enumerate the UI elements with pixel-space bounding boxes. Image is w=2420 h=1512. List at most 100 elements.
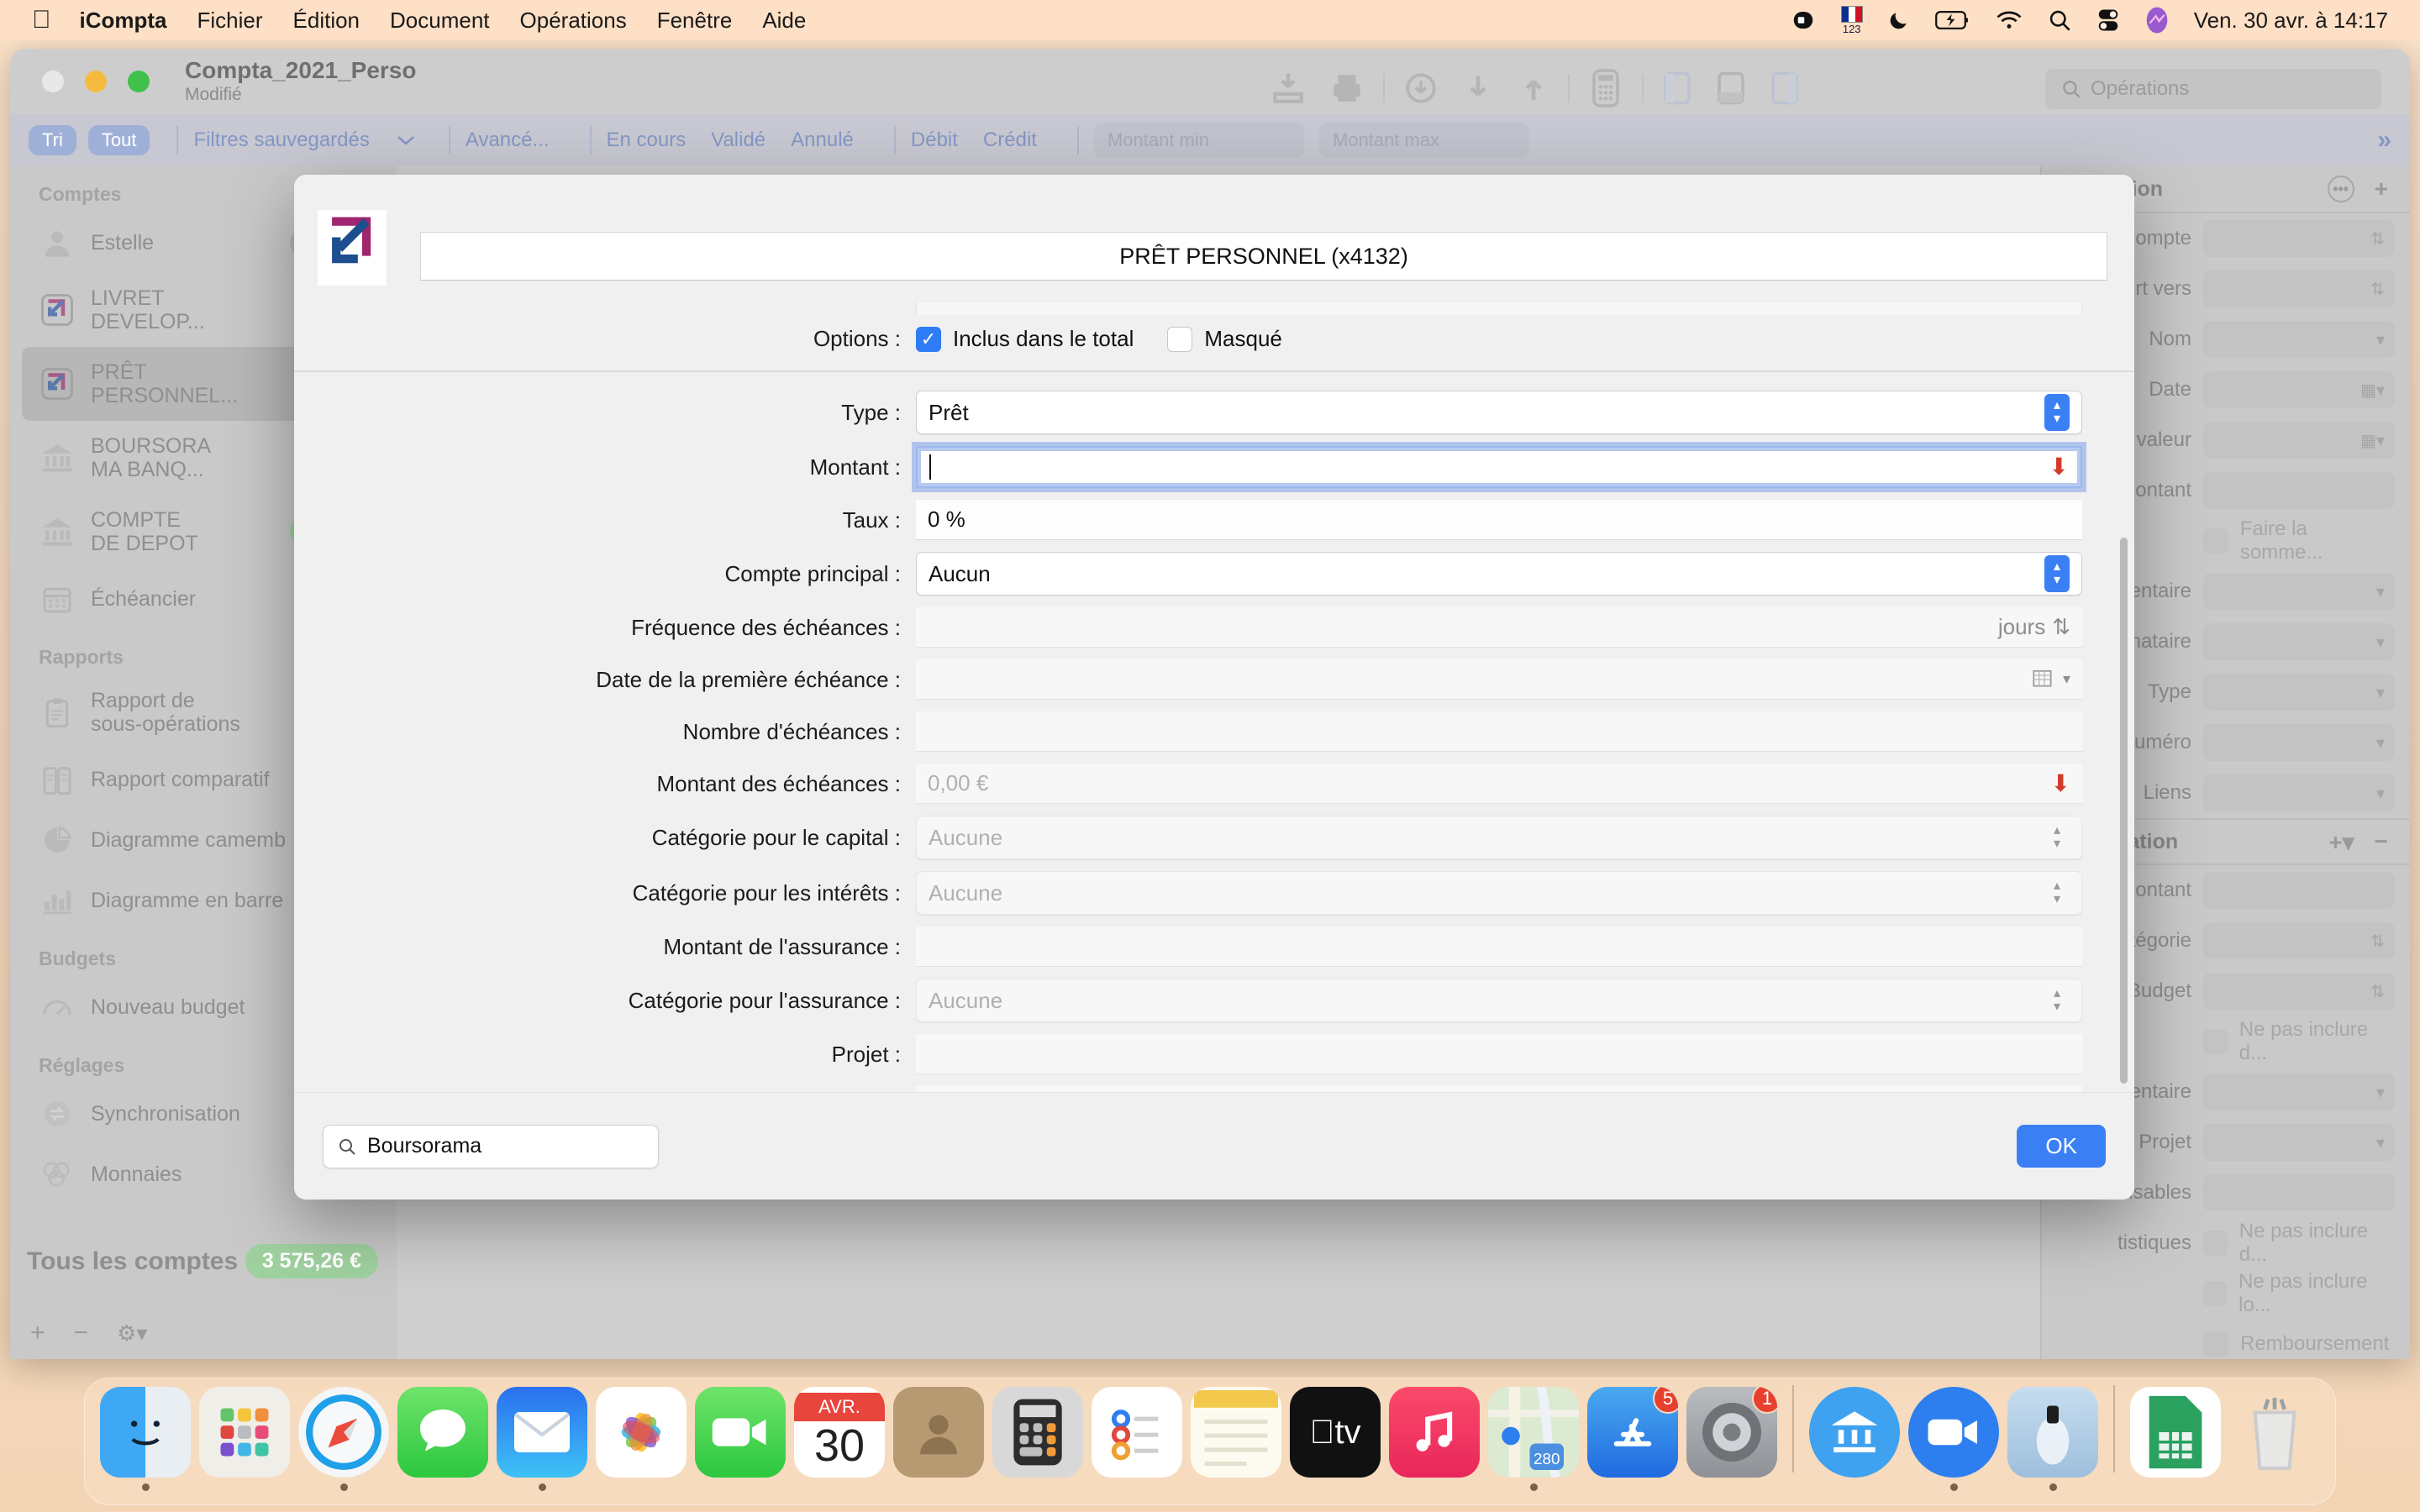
- zoom-icon[interactable]: [1791, 8, 1816, 33]
- inspector-checkbox-row[interactable]: Ne pas inclure lo...: [2203, 1270, 2395, 1317]
- field-control[interactable]: Aucune ▴ ▾: [916, 816, 2082, 859]
- filter-pill-tri[interactable]: Tri: [29, 125, 76, 155]
- checkbox-checked-icon[interactable]: ✓: [916, 326, 941, 352]
- chevron-down-icon[interactable]: ▾: [2063, 670, 2070, 688]
- siri-icon[interactable]: [2145, 7, 2169, 34]
- dock-item-bank[interactable]: [1807, 1387, 1902, 1491]
- appstore-icon[interactable]: 5: [1587, 1387, 1678, 1478]
- dock-item-notes[interactable]: [1189, 1387, 1283, 1491]
- field-control[interactable]: Aucun ▴ ▾: [916, 552, 2082, 596]
- filter-pill-tout[interactable]: Tout: [87, 125, 150, 155]
- popup-button[interactable]: Aucune ▴ ▾: [916, 979, 2082, 1022]
- inspector-checkbox-row[interactable]: Faire la somme...: [2203, 517, 2395, 564]
- arrow-down-icon[interactable]: [1462, 71, 1494, 106]
- dock-item-system-preferences[interactable]: 1: [1685, 1387, 1779, 1491]
- menu-item-aide[interactable]: Aide: [762, 8, 806, 34]
- chevron-down-icon[interactable]: ▾: [2376, 783, 2385, 804]
- menu-item-icompta[interactable]: iCompta: [80, 8, 167, 34]
- field-control[interactable]: 0,00 € ⬇: [916, 764, 2082, 804]
- add-menu-icon[interactable]: +▾: [2328, 828, 2354, 856]
- calculator-icon[interactable]: [992, 1387, 1083, 1478]
- remove-icon[interactable]: −: [74, 1319, 89, 1347]
- debit-arrow-icon[interactable]: ⬇: [2049, 455, 2069, 479]
- toolbar-search-field[interactable]: Opérations: [2045, 69, 2381, 109]
- dock-item-contacts[interactable]: [892, 1387, 986, 1491]
- filter-debit[interactable]: Débit: [911, 129, 958, 152]
- more-options-icon[interactable]: •••: [2327, 176, 2354, 202]
- dock-item-trash[interactable]: [2228, 1387, 2322, 1491]
- field-control[interactable]: [916, 711, 2082, 752]
- popup-button[interactable]: Prêt ▴ ▾: [916, 391, 2082, 434]
- field-control[interactable]: [916, 1034, 2082, 1074]
- date-input[interactable]: ▾: [916, 659, 2082, 700]
- dock-item-finder[interactable]: [98, 1387, 192, 1491]
- field-control[interactable]: Aucune ▴ ▾: [916, 979, 2082, 1022]
- reminders-icon[interactable]: [1092, 1387, 1182, 1478]
- dock-item-calculator[interactable]: [991, 1387, 1085, 1491]
- dock-item-sheets[interactable]: [2128, 1387, 2223, 1491]
- inspector-field[interactable]: ▾: [2203, 321, 2395, 358]
- print-icon[interactable]: [1329, 71, 1365, 106]
- inspector-field[interactable]: [2203, 472, 2395, 509]
- gear-icon[interactable]: 1: [1686, 1387, 1777, 1478]
- contacts-icon[interactable]: [893, 1387, 984, 1478]
- stepper-icon[interactable]: ▴ ▾: [2044, 819, 2070, 856]
- dock-item-safari[interactable]: [297, 1387, 391, 1491]
- stepper-icon[interactable]: ▴ ▾: [2044, 394, 2070, 431]
- dock-item-photos[interactable]: [594, 1387, 688, 1491]
- bottom-panel-icon[interactable]: [1716, 71, 1746, 106]
- field-control[interactable]: [916, 927, 2082, 967]
- chevron-down-icon[interactable]: ▾: [2376, 632, 2385, 653]
- wifi-icon[interactable]: [1996, 9, 2023, 31]
- messages-icon[interactable]: [397, 1387, 488, 1478]
- safari-icon[interactable]: [298, 1387, 389, 1478]
- debit-arrow-icon[interactable]: ⬇: [2051, 771, 2070, 795]
- inspector-field[interactable]: ▦▾: [2203, 371, 2395, 408]
- left-panel-icon[interactable]: [1662, 71, 1692, 106]
- mail-icon[interactable]: [497, 1387, 587, 1478]
- add-icon[interactable]: +: [30, 1319, 45, 1347]
- chevron-down-icon[interactable]: ▾: [2376, 329, 2385, 350]
- apple-logo-icon[interactable]: : [32, 8, 51, 33]
- stepper-icon[interactable]: ⇅: [2052, 614, 2070, 640]
- filter-advanced[interactable]: Avancé...: [466, 129, 550, 152]
- text-input[interactable]: 0 %: [916, 500, 2082, 540]
- zoom-button[interactable]: [128, 71, 150, 92]
- gear-menu-icon[interactable]: ⚙▾: [117, 1320, 147, 1347]
- checkbox-unchecked-icon[interactable]: [2203, 1231, 2228, 1256]
- saved-filters-label[interactable]: Filtres sauvegardés: [193, 129, 369, 152]
- text-input[interactable]: [916, 1034, 2082, 1074]
- text-input[interactable]: [916, 1086, 2082, 1092]
- stepper-icon[interactable]: ⇅: [2370, 981, 2385, 1002]
- menu-item-document[interactable]: Document: [390, 8, 490, 34]
- dock-item-music[interactable]: [1387, 1387, 1481, 1491]
- field-control[interactable]: [916, 1086, 2082, 1092]
- stepper-icon[interactable]: ▴ ▾: [2044, 982, 2070, 1019]
- inspector-field[interactable]: [2203, 1174, 2395, 1211]
- import-icon[interactable]: [1270, 71, 1306, 106]
- field-control[interactable]: Prêt ▴ ▾: [916, 391, 2082, 434]
- stepper-icon[interactable]: ⇅: [2370, 228, 2385, 249]
- calendar-picker-icon[interactable]: [2033, 669, 2056, 690]
- popup-button[interactable]: Aucune ▴ ▾: [916, 871, 2082, 915]
- chevron-down-icon[interactable]: [395, 133, 417, 148]
- right-panel-icon[interactable]: [1770, 71, 1800, 106]
- close-button[interactable]: [42, 71, 64, 92]
- battery-charging-icon[interactable]: [1934, 9, 1970, 31]
- dock-item-calendar[interactable]: AVR. 30: [792, 1387, 886, 1491]
- menu-item-edition[interactable]: Édition: [293, 8, 360, 34]
- dock-item-appletv[interactable]: tv: [1288, 1387, 1382, 1491]
- dock-item-appstore[interactable]: 5: [1586, 1387, 1680, 1491]
- menu-item-operations[interactable]: Opérations: [520, 8, 627, 34]
- inspector-field[interactable]: ⇅: [2203, 220, 2395, 257]
- inspector-field[interactable]: ▾: [2203, 1124, 2395, 1161]
- option-inclus-dans-le-total[interactable]: ✓ Inclus dans le total: [916, 326, 1134, 352]
- dock-item-facetime[interactable]: [693, 1387, 787, 1491]
- menu-item-fenetre[interactable]: Fenêtre: [657, 8, 733, 34]
- option-masque[interactable]: Masqué: [1167, 326, 1282, 352]
- zoom-icon[interactable]: [1908, 1387, 1999, 1478]
- amount-min-input[interactable]: Montant min: [1093, 123, 1304, 158]
- music-icon[interactable]: [1389, 1387, 1480, 1478]
- dialog-form-scroll[interactable]: Options : ✓ Inclus dans le total Masqué …: [294, 302, 2134, 1092]
- calendar-picker-icon[interactable]: ▦▾: [2360, 380, 2385, 401]
